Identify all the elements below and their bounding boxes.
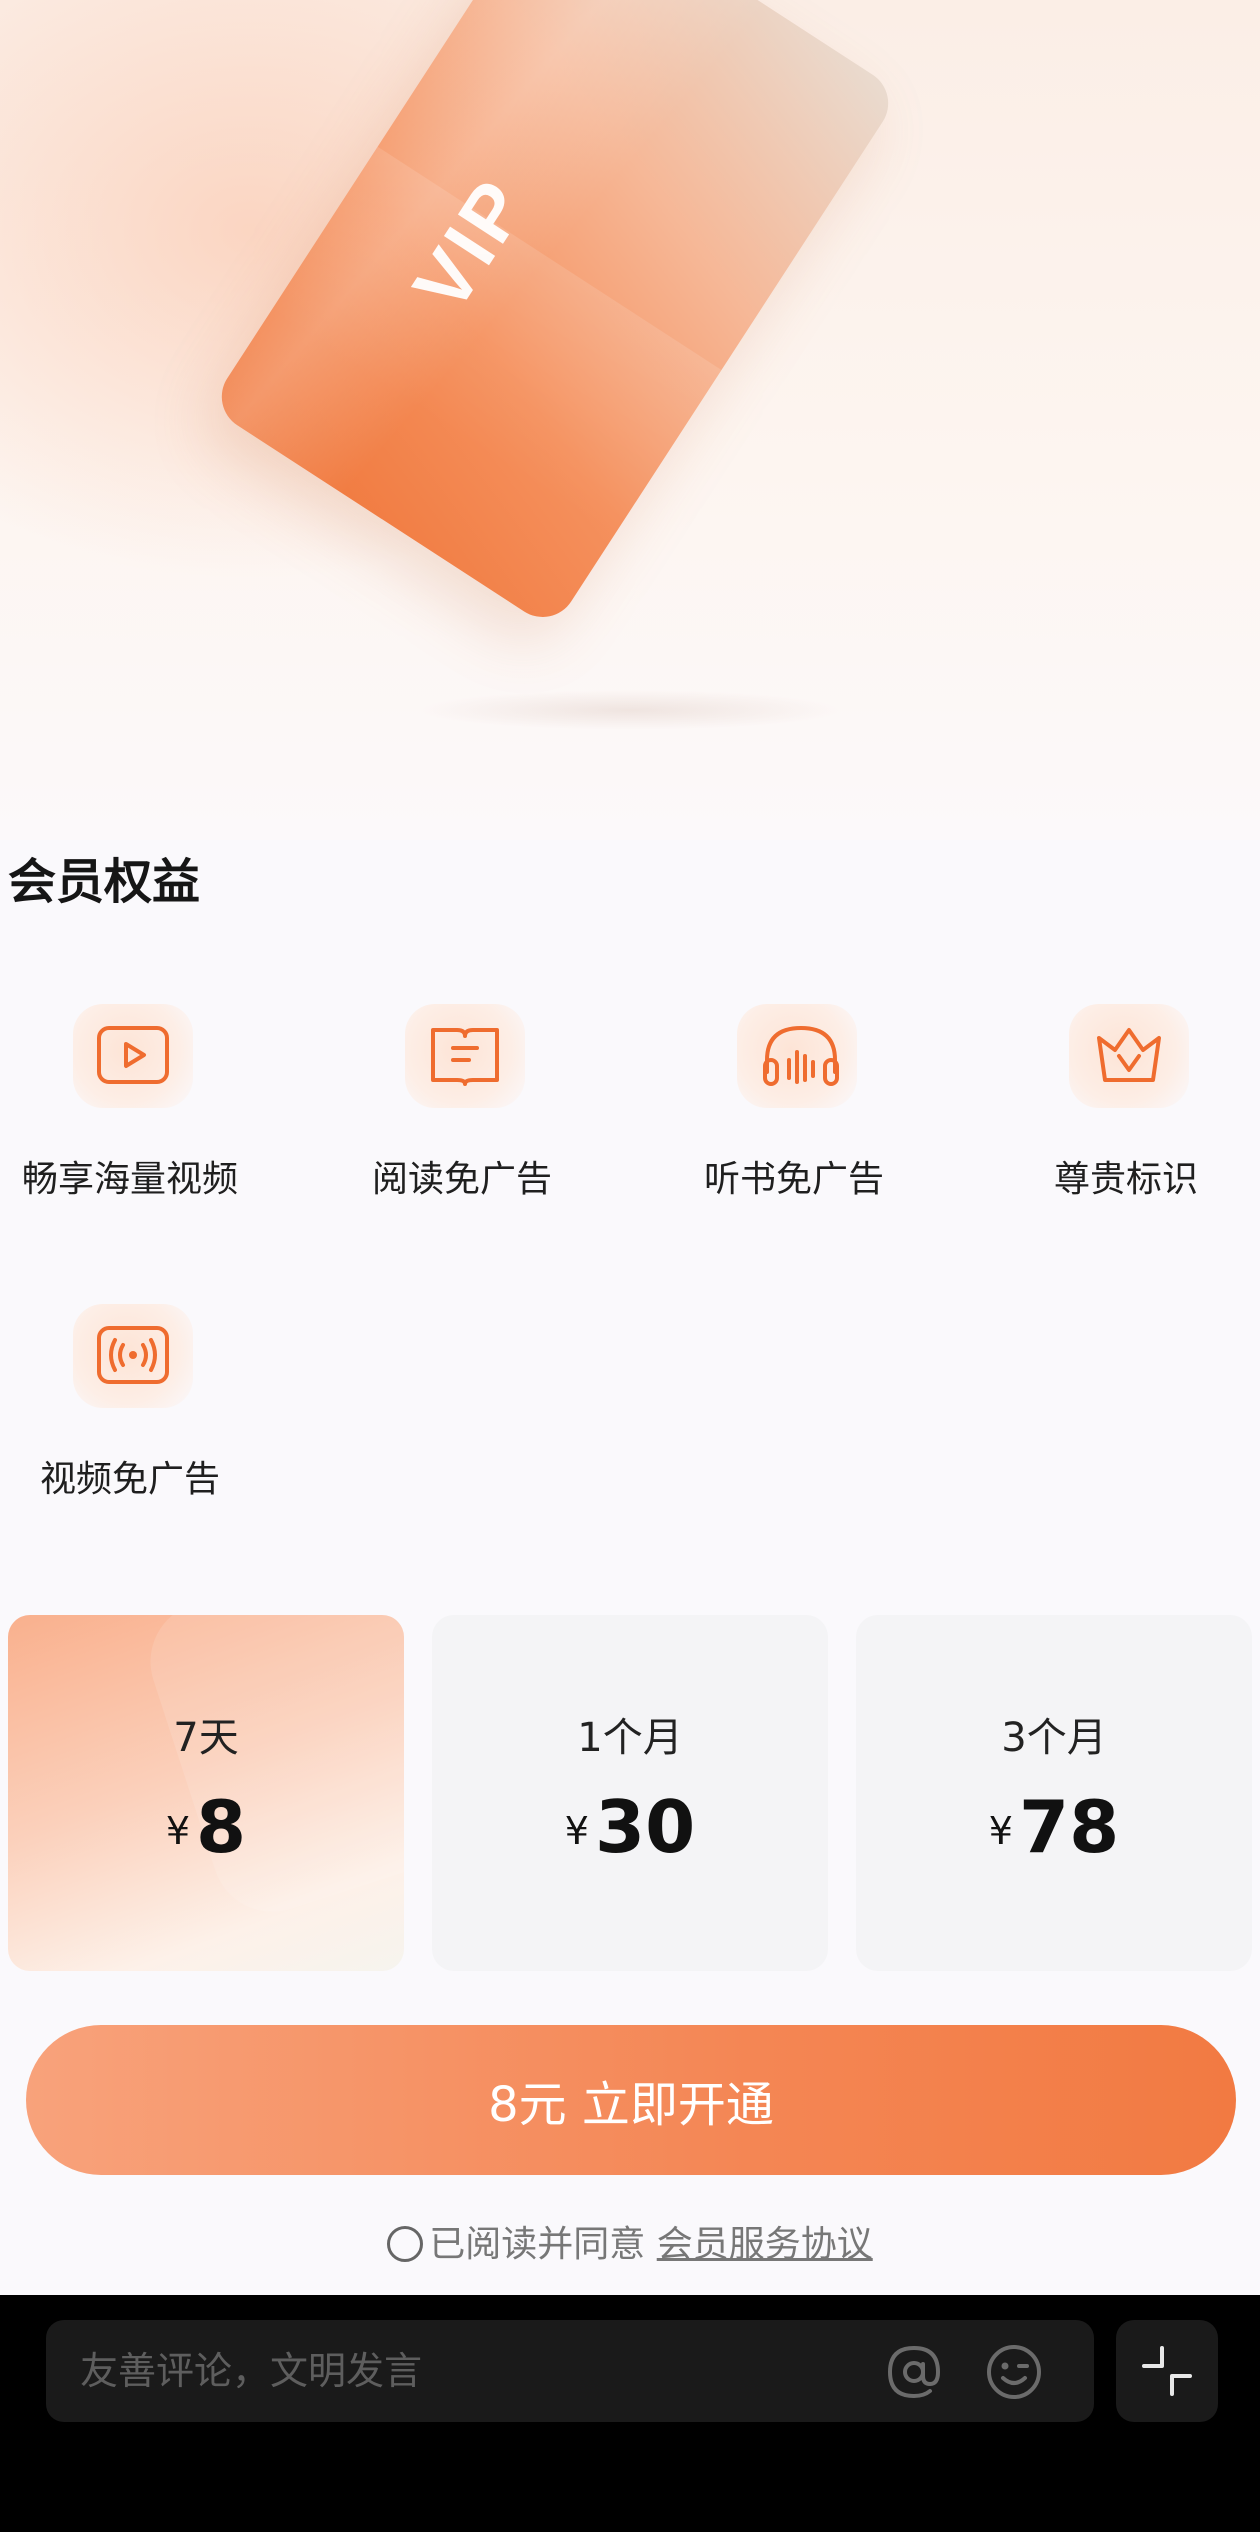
benefit-item-badge: 尊贵标识: [976, 1000, 1260, 1202]
plan-amount: 78: [1018, 1785, 1120, 1869]
subscribe-button[interactable]: 8元 立即开通: [26, 2025, 1236, 2175]
video-play-icon: [97, 1026, 169, 1084]
service-agreement-link[interactable]: 会员服务协议: [657, 2224, 873, 2265]
benefit-item-videos: 畅享海量视频: [0, 1000, 280, 1202]
emoji-icon[interactable]: [984, 2342, 1044, 2402]
plan-amount: 8: [196, 1785, 247, 1869]
book-icon: [431, 1028, 499, 1086]
card-shadow: [420, 690, 840, 730]
plan-decoration: [134, 1615, 404, 1928]
currency-symbol: ¥: [165, 1809, 191, 1853]
headphones-icon: [763, 1025, 839, 1086]
plan-price: ¥78: [856, 1785, 1252, 1869]
collapse-icon: [1142, 2346, 1192, 2396]
agreement-row: 已阅读并同意 会员服务协议: [0, 2215, 1260, 2267]
broadcast-icon: [97, 1326, 169, 1384]
agree-radio[interactable]: [387, 2226, 424, 2262]
comment-box: [46, 2320, 1094, 2422]
hero-banner: VIP: [0, 0, 1260, 840]
plan-7-days[interactable]: 7天 ¥8: [8, 1615, 404, 1971]
comment-input[interactable]: [80, 2320, 880, 2422]
benefit-item-audiobook-ad-free: 听书免广告: [644, 1000, 944, 1202]
plan-3-months[interactable]: 3个月 ¥78: [856, 1615, 1252, 1971]
benefits-title: 会员权益: [8, 854, 201, 910]
benefit-label: 阅读免广告: [371, 1159, 552, 1200]
plan-1-month[interactable]: 1个月 ¥30: [432, 1615, 828, 1971]
collapse-button[interactable]: [1116, 2320, 1218, 2422]
benefit-label: 畅享海量视频: [21, 1159, 238, 1200]
plan-period: 7天: [173, 1715, 239, 1761]
plan-price: ¥30: [432, 1785, 828, 1869]
agreement-text: 已阅读并同意: [429, 2224, 646, 2265]
benefit-item-video-ad-free: 视频免广告: [0, 1300, 280, 1502]
currency-symbol: ¥: [564, 1809, 589, 1853]
benefit-label: 尊贵标识: [1053, 1159, 1198, 1200]
benefit-label: 视频免广告: [39, 1459, 220, 1500]
plan-price: ¥8: [8, 1785, 404, 1869]
plan-amount: 30: [594, 1785, 696, 1869]
benefit-label: 听书免广告: [703, 1159, 884, 1200]
plan-period: 1个月: [577, 1715, 683, 1761]
at-mention-icon[interactable]: [884, 2342, 944, 2402]
plan-period: 3个月: [1001, 1715, 1107, 1761]
crown-icon: [1097, 1028, 1161, 1082]
benefit-item-reading-ad-free: 阅读免广告: [312, 1000, 612, 1202]
vip-purchase-page: VIP 会员权益 畅享海量视频 阅读免广告 听书免广告 尊贵标识 视频免广告 7…: [0, 0, 1260, 2532]
currency-symbol: ¥: [988, 1809, 1013, 1853]
